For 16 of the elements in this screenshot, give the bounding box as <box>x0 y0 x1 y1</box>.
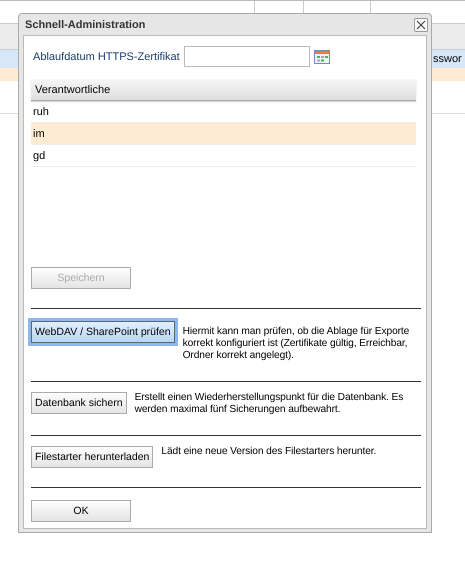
table-cell: sswor <box>433 53 462 65</box>
field-label: Ablaufdatum HTTPS-Zertifikat <box>33 50 180 62</box>
close-button[interactable] <box>414 18 428 32</box>
window-title: Schnell-Administration <box>25 18 146 30</box>
action-description: Erstellt einen Wiederherstellungspunkt für die Datenbank. Es werden maximal fünf Sicherungen aufbewahrt. <box>134 392 404 416</box>
ok-button[interactable]: OK <box>31 500 131 522</box>
date-field[interactable] <box>184 46 310 67</box>
action-button[interactable]: WebDAV / SharePoint prüfen <box>31 321 175 343</box>
column-header[interactable]: Verantwortliche <box>31 79 416 101</box>
calendar-icon[interactable] <box>314 50 330 64</box>
action-button[interactable]: Filestarter herunterladen <box>31 446 154 468</box>
action-description: Hiermit kann man prüfen, ob die Ablage für Exporte korrekt konfiguriert ist (Zertifikate gültig, Erreichbar, Ordner korrekt angelegt). <box>182 326 410 362</box>
list-row[interactable]: im <box>31 123 416 145</box>
action-button[interactable]: Datenbank sichern <box>31 392 127 414</box>
list-row[interactable]: gd <box>31 145 416 167</box>
action-description: Lädt eine neue Version des Filestarters herunter. <box>161 446 376 458</box>
